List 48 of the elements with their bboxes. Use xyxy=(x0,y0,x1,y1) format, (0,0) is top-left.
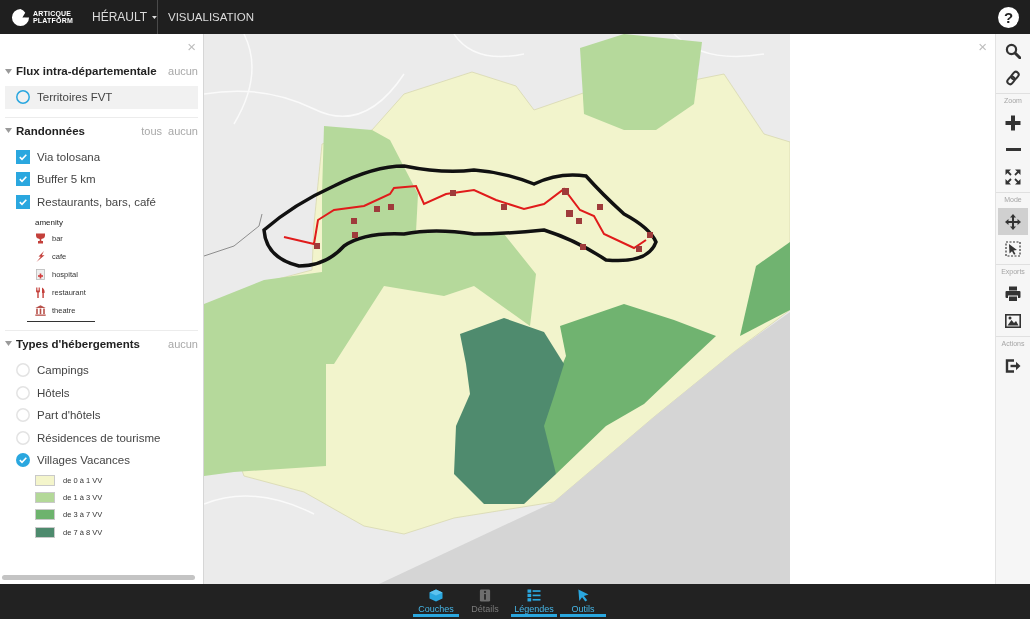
fork-knife-icon xyxy=(35,286,46,298)
view-title: VISUALISATION xyxy=(167,11,255,23)
pan-mode-button[interactable] xyxy=(998,208,1028,235)
layer-item[interactable]: Part d'hôtels xyxy=(5,404,198,427)
legend-title: amenity xyxy=(35,217,64,229)
plus-icon xyxy=(1005,114,1021,131)
layer-item[interactable]: Restaurants, bars, café xyxy=(5,190,198,213)
tab[interactable]: Légendes xyxy=(511,584,557,617)
minus-icon xyxy=(1005,147,1021,152)
layer-item[interactable]: Territoires FVT xyxy=(5,86,198,109)
layer-item[interactable]: Villages Vacances xyxy=(5,449,198,472)
layers-icon xyxy=(428,589,444,602)
tab[interactable]: Outils xyxy=(560,584,606,617)
printer-icon xyxy=(1005,285,1021,302)
radio-icon[interactable] xyxy=(16,453,30,468)
hospital-icon xyxy=(35,269,46,280)
expand-arrows-icon xyxy=(1005,168,1021,185)
section-title: Types d'hébergements xyxy=(16,338,140,350)
image-icon xyxy=(1005,312,1021,329)
list-icon xyxy=(526,589,542,602)
caret-icon[interactable] xyxy=(5,340,12,348)
exit-icon xyxy=(1005,357,1021,374)
info-icon xyxy=(477,589,493,602)
help-button[interactable]: ? xyxy=(998,6,1019,28)
tab[interactable]: Couches xyxy=(413,584,459,617)
checkbox-icon[interactable] xyxy=(16,194,30,209)
caret-icon[interactable] xyxy=(5,127,12,134)
layer-item[interactable]: Hôtels xyxy=(5,381,198,404)
caret-icon xyxy=(152,14,157,20)
section-title: Randonnées xyxy=(16,124,85,137)
section-title: Flux intra-départementale xyxy=(16,65,157,77)
caret-icon[interactable] xyxy=(5,67,12,75)
trophy-icon xyxy=(35,233,46,245)
layer-item[interactable]: Via tolosana xyxy=(5,145,198,168)
checkbox-icon[interactable] xyxy=(16,149,30,164)
move-arrows-icon xyxy=(1005,213,1021,230)
logo-icon xyxy=(11,7,30,27)
scrollbar[interactable] xyxy=(2,575,195,580)
layer-item[interactable]: Campings xyxy=(5,359,198,382)
radio-icon[interactable] xyxy=(16,90,30,105)
layer-item[interactable]: Buffer 5 km xyxy=(5,168,198,191)
checkbox-icon[interactable] xyxy=(16,172,30,187)
selection-cursor-icon xyxy=(1005,240,1021,257)
link-icon xyxy=(1005,69,1021,86)
cursor-icon xyxy=(575,589,591,602)
temple-icon xyxy=(35,304,46,316)
layer-item[interactable]: Résidences de tourisme xyxy=(5,426,198,449)
search-icon xyxy=(1005,42,1021,59)
